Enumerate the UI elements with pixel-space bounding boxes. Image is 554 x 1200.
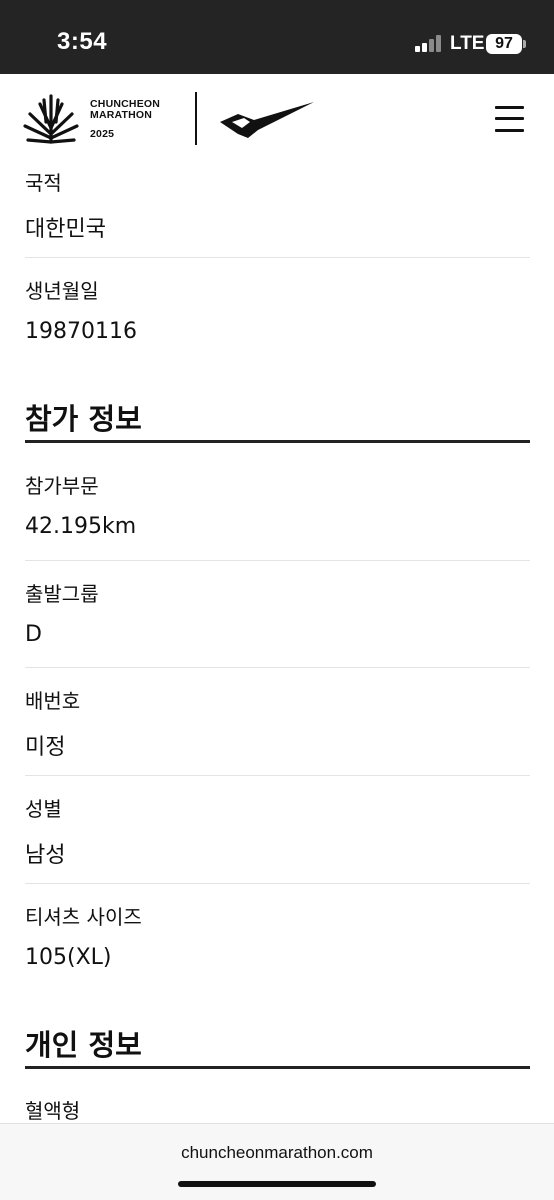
divider [25,560,530,561]
signal-strength-icon [415,34,443,52]
blood-type-label: 혈액형 [25,1099,81,1123]
divider [25,883,530,884]
bib-number-label: 배번호 [25,689,81,713]
birthdate-label: 생년월일 [25,279,99,303]
marathon-leaf-logo-icon[interactable] [22,92,80,146]
logo-line-2: MARATHON [90,109,153,121]
nationality-value: 대한민국 [25,217,106,242]
blood-type-field: 혈액형 [25,1095,530,1124]
browser-address-bar[interactable]: chuncheonmarathon.com [0,1123,554,1200]
nationality-label: 국적 [25,171,62,195]
bib-number-value-row: 미정 [25,729,530,761]
personal-info-section-title: 개인 정보 [25,1028,142,1062]
divider [25,775,530,776]
division-value: 42.195km [25,514,137,539]
section-rule [25,1066,530,1069]
battery-icon: 97 [486,34,522,54]
nationality-field: 국적 [25,167,530,196]
birthdate-value: 19870116 [25,319,137,344]
tshirt-size-label: 티셔츠 사이즈 [25,905,142,929]
gender-value-row: 남성 [25,837,530,869]
gender-field: 성별 [25,793,530,822]
tshirt-size-value-row: 105(XL) [25,945,530,970]
birthdate-field: 생년월일 [25,275,530,304]
division-field: 참가부문 [25,470,530,499]
section-rule [25,440,530,443]
division-label: 참가부문 [25,474,99,498]
sponsor-logo-icon [220,102,314,138]
site-header: CHUNCHEON MARATHON 2025 [0,74,554,162]
nationality-value-row: 대한민국 [25,211,530,243]
home-indicator[interactable] [178,1181,376,1187]
gender-label: 성별 [25,797,62,821]
bib-number-field: 배번호 [25,685,530,714]
status-bar: 3:54 LTE 97 [0,0,554,74]
url-text[interactable]: chuncheonmarathon.com [0,1143,554,1163]
start-group-value: D [25,622,42,647]
logo-year: 2025 [90,128,115,140]
divider [25,257,530,258]
tshirt-size-value: 105(XL) [25,945,112,970]
participation-section-title: 참가 정보 [25,402,142,436]
division-value-row: 42.195km [25,514,530,539]
start-group-value-row: D [25,622,530,647]
divider [25,667,530,668]
logo-divider [195,92,197,145]
tshirt-size-field: 티셔츠 사이즈 [25,901,530,930]
birthdate-value-row: 19870116 [25,319,530,344]
status-time: 3:54 [57,28,108,55]
gender-value: 남성 [25,843,66,868]
hamburger-menu-icon[interactable] [493,103,525,135]
marathon-logo-text: CHUNCHEON MARATHON 2025 [90,99,160,140]
battery-tip [523,40,526,48]
network-label: LTE [450,33,485,54]
bib-number-value: 미정 [25,735,66,760]
start-group-field: 출발그룹 [25,578,530,607]
start-group-label: 출발그룹 [25,582,99,606]
